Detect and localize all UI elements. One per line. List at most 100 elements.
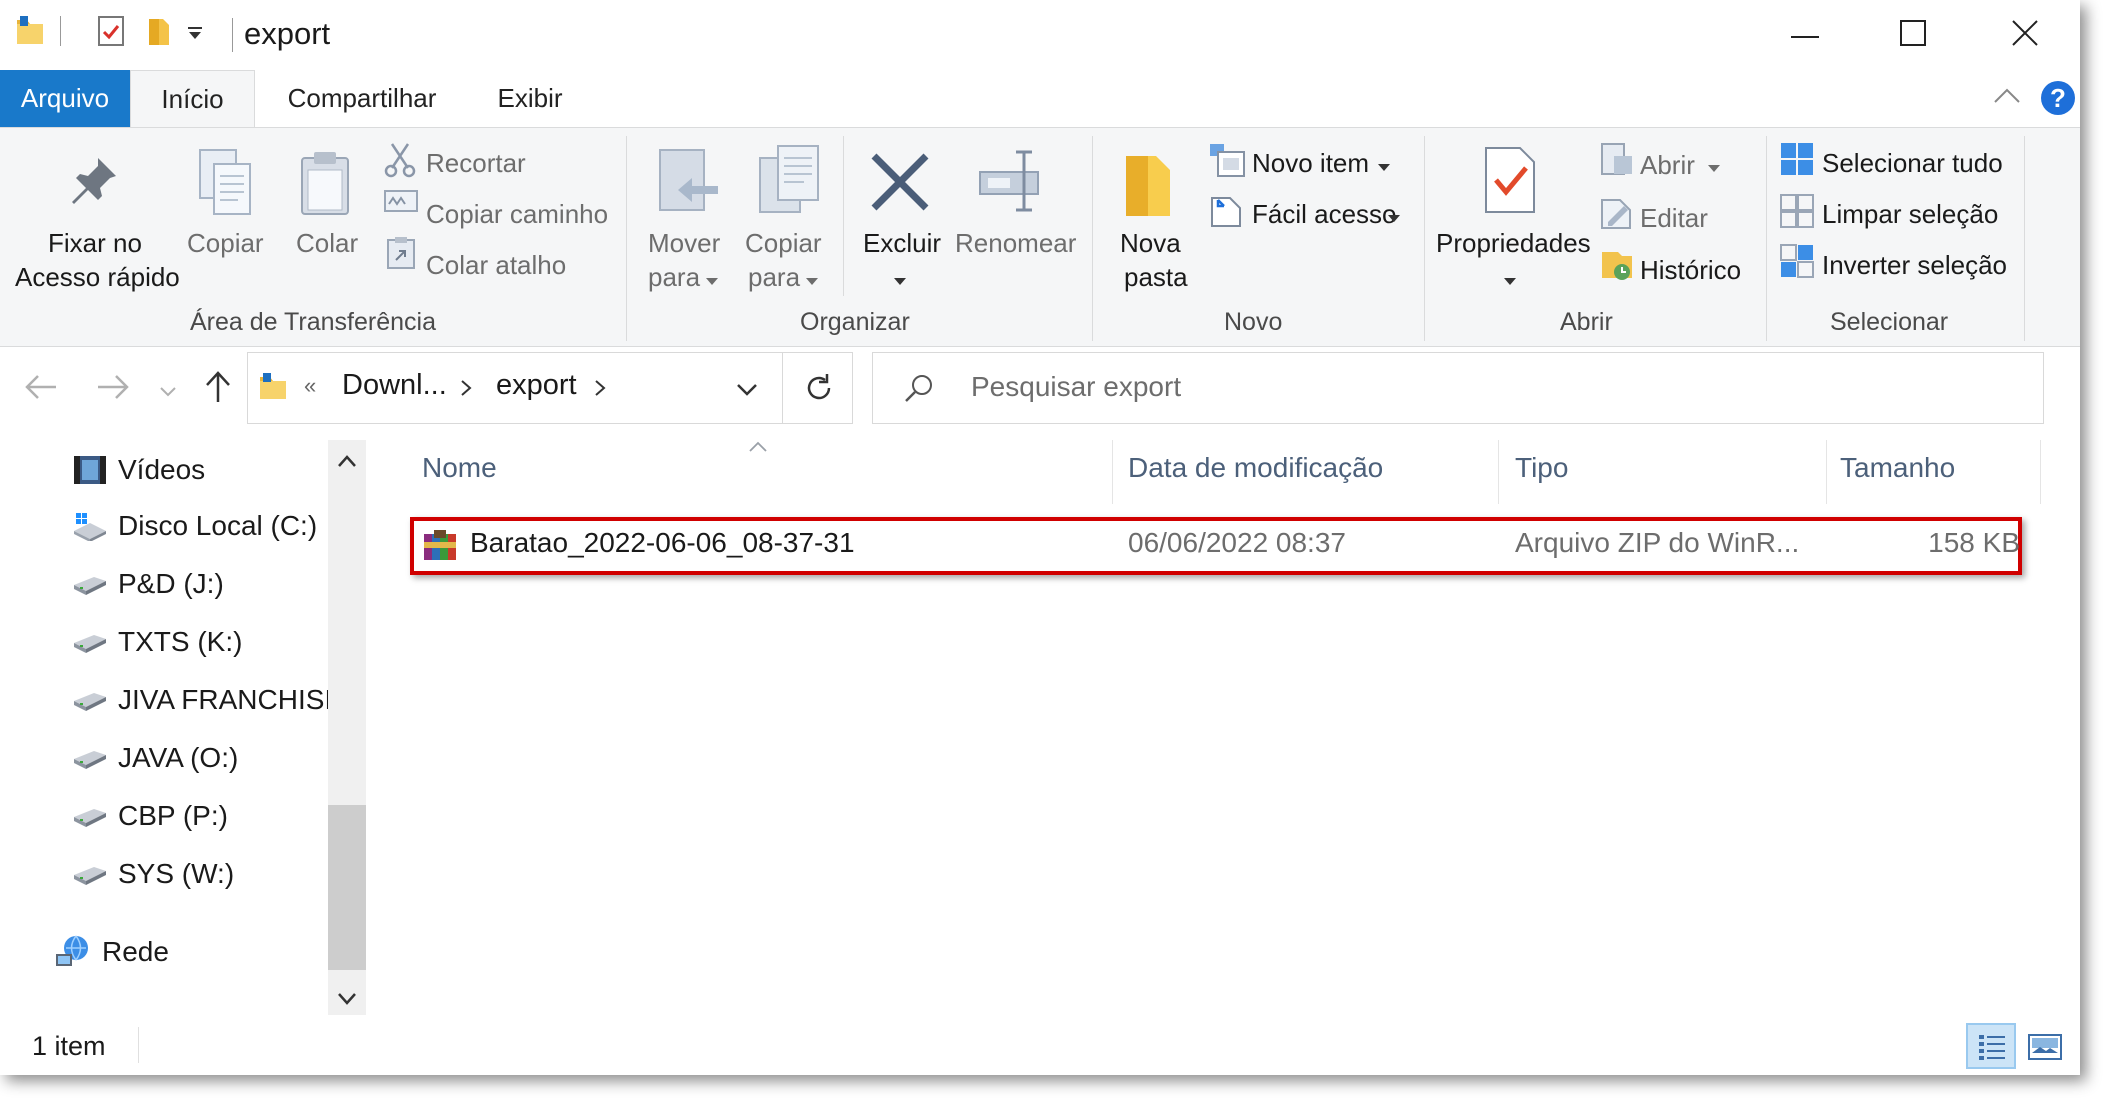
details-view-icon [1978, 1033, 2006, 1066]
search-box[interactable]: Pesquisar export [872, 352, 2044, 424]
pin-icon [68, 154, 120, 211]
file-modified: 06/06/2022 08:37 [1128, 527, 1346, 558]
large-icons-view-icon [2028, 1033, 2062, 1066]
tab-exibir[interactable]: Exibir [480, 70, 580, 127]
chevron-down-icon [1388, 210, 1400, 228]
column-header-size[interactable]: Tamanho [1840, 452, 1955, 484]
large-icons-view-button[interactable] [2024, 1029, 2064, 1065]
search-icon [903, 373, 935, 410]
properties-quick-icon[interactable] [97, 15, 125, 47]
breadcrumb-chevron-icon[interactable] [460, 379, 472, 402]
address-history-chevron-icon[interactable] [736, 383, 758, 402]
select-none-label: Limpar seleção [1822, 199, 1999, 229]
nav-scrollbar-thumb[interactable] [328, 805, 366, 970]
refresh-button[interactable] [782, 352, 854, 424]
tab-arquivo[interactable]: Arquivo [0, 70, 130, 127]
network-drive-icon [72, 685, 108, 715]
chevron-down-icon [706, 273, 718, 291]
windows-drive-icon [72, 511, 108, 542]
cut-label: Recortar [426, 148, 526, 178]
ribbon-separator [1766, 136, 1767, 341]
maximize-button[interactable] [1868, 0, 1958, 70]
folder-properties-icon[interactable] [14, 14, 46, 48]
copy-to-label-2: para [748, 262, 801, 292]
invert-selection-label: Inverter seleção [1822, 250, 2007, 280]
select-none-icon [1780, 194, 1814, 233]
recent-locations-icon[interactable] [160, 384, 176, 402]
nav-item-txts-k[interactable]: TXTS (K:) [72, 626, 242, 658]
column-header-type[interactable]: Tipo [1515, 452, 1568, 484]
address-bar[interactable]: « Downl... export [247, 352, 853, 424]
nav-label: Vídeos [118, 454, 206, 485]
column-divider[interactable] [1498, 440, 1499, 504]
nav-item-sys-w[interactable]: SYS (W:) [72, 858, 234, 890]
back-arrow-icon[interactable] [24, 374, 58, 405]
network-drive-icon [72, 859, 108, 889]
minimize-button[interactable] [1760, 0, 1850, 70]
nav-item-disco-local-c[interactable]: Disco Local (C:) [72, 510, 317, 542]
properties-label: Propriedades [1436, 228, 1591, 258]
network-drive-icon [72, 743, 108, 773]
easy-access-icon [1210, 194, 1242, 233]
nav-item-rede[interactable]: Rede [54, 934, 169, 970]
copy-label: Copiar [187, 228, 264, 258]
search-placeholder: Pesquisar export [971, 371, 1182, 402]
scroll-down-icon[interactable] [337, 992, 357, 1011]
new-folder-label-2: pasta [1124, 262, 1188, 292]
group-label-organize: Organizar [800, 308, 910, 336]
tab-inicio[interactable]: Início [130, 70, 255, 128]
svg-text:?: ? [2050, 83, 2066, 113]
copy-to-label-1: Copiar [745, 228, 822, 258]
close-button[interactable] [1980, 0, 2070, 70]
pin-label-line2: Acesso rápido [15, 262, 180, 292]
ribbon-separator [1424, 136, 1425, 341]
nav-item-cbp-p[interactable]: CBP (P:) [72, 800, 228, 832]
copy-icon [196, 146, 254, 223]
move-to-label-1: Mover [648, 228, 721, 258]
item-count: 1 item [32, 1031, 106, 1061]
new-folder-icon [1120, 148, 1176, 225]
quick-access-toolbar [14, 14, 205, 48]
breadcrumb-overflow[interactable]: « [304, 373, 316, 399]
move-to-icon [656, 146, 722, 223]
status-separator [138, 1027, 139, 1063]
nav-item-videos[interactable]: Vídeos [72, 452, 205, 488]
nav-item-jiva-franchising[interactable]: JIVA FRANCHISII [72, 684, 328, 716]
title-bar: export [0, 0, 2080, 70]
folder-icon [258, 371, 288, 406]
breadcrumb-export[interactable]: export [496, 369, 577, 402]
column-divider[interactable] [1826, 440, 1827, 504]
nav-label: Rede [102, 936, 169, 967]
column-divider[interactable] [2040, 440, 2041, 504]
ribbon: Fixar no Acesso rápido Copiar Colar Reco… [0, 127, 2080, 347]
easy-access-label: Fácil acesso [1252, 199, 1397, 229]
new-item-label: Novo item [1252, 148, 1370, 178]
copy-path-icon [384, 190, 418, 217]
scroll-up-icon[interactable] [337, 454, 357, 473]
breadcrumb-downloads[interactable]: Downl... [342, 369, 447, 402]
paste-icon [298, 150, 352, 223]
column-divider[interactable] [1112, 440, 1113, 504]
select-all-label: Selecionar tudo [1822, 148, 2003, 178]
group-label-new: Novo [1224, 308, 1283, 336]
nav-item-java-o[interactable]: JAVA (O:) [72, 742, 238, 774]
forward-arrow-icon[interactable] [96, 374, 130, 405]
column-header-name[interactable]: Nome [422, 452, 497, 484]
column-header-date[interactable]: Data de modificação [1128, 452, 1383, 484]
new-folder-label-1: Nova [1120, 228, 1181, 258]
videos-icon [72, 452, 108, 488]
select-all-icon [1780, 142, 1814, 181]
tab-compartilhar[interactable]: Compartilhar [272, 70, 452, 127]
up-arrow-icon[interactable] [204, 370, 232, 409]
window-title: export [244, 16, 331, 51]
help-icon[interactable]: ? [2040, 80, 2076, 121]
file-name[interactable]: Baratao_2022-06-06_08-37-31 [470, 527, 855, 559]
breadcrumb-chevron-icon[interactable] [594, 379, 606, 402]
nav-item-pd-j[interactable]: P&D (J:) [72, 568, 224, 600]
collapse-ribbon-icon[interactable] [1992, 86, 2022, 111]
history-label: Histórico [1640, 255, 1742, 285]
delete-label: Excluir [863, 228, 942, 258]
details-view-button[interactable] [1966, 1023, 2016, 1069]
customize-toolbar-icon[interactable] [185, 19, 205, 43]
new-folder-quick-icon[interactable] [147, 15, 171, 47]
